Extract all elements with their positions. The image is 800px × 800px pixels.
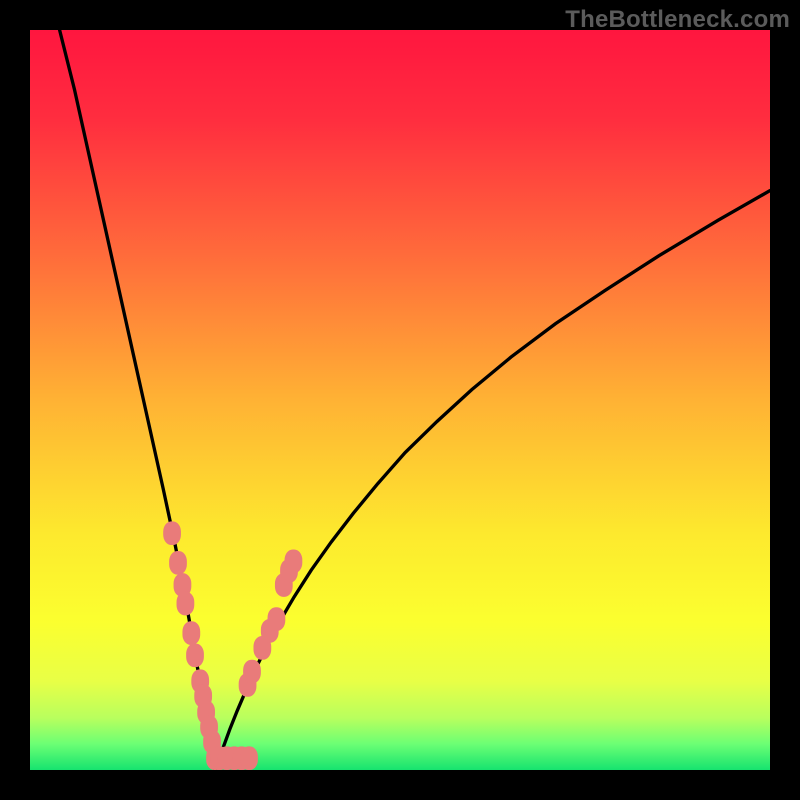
marker-point [182,621,200,645]
marker-group [163,521,302,770]
marker-point [177,592,195,616]
marker-point [268,607,286,631]
marker-point [240,746,258,770]
marker-point [285,549,303,573]
curve-layer [30,30,770,770]
marker-point [243,660,261,684]
marker-point [169,551,187,575]
marker-point [186,643,204,667]
outer-frame: TheBottleneck.com [0,0,800,800]
marker-point [163,521,181,545]
curve-right-branch [215,191,770,770]
plot-area [30,30,770,770]
